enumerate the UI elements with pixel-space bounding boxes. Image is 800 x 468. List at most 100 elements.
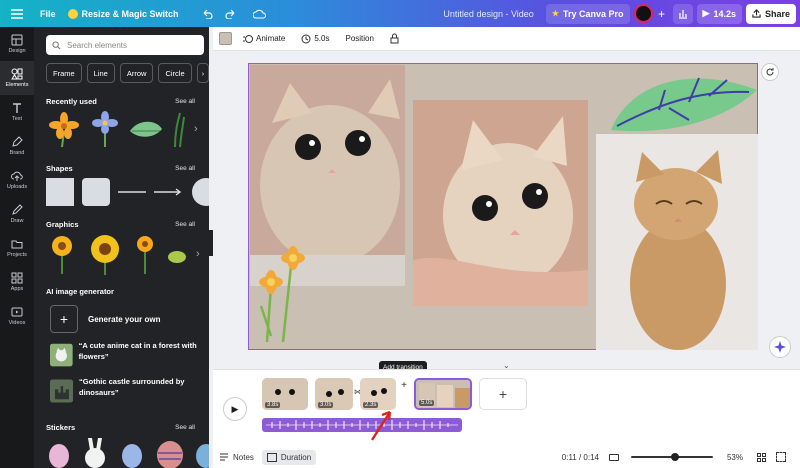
timeline-clip-3[interactable]: 2.3s [360,378,396,410]
chips-next-button[interactable]: › [196,63,209,83]
menu-icon[interactable] [0,8,34,19]
crown-icon [67,8,78,19]
blue-flower-sticker[interactable] [90,109,120,149]
add-collaborator-button[interactable]: + [653,7,671,21]
chip-line[interactable]: Line [86,63,115,83]
duration-toggle-label: Duration [280,452,312,462]
arrow-shape[interactable] [154,188,184,196]
graphics-next-icon[interactable]: › [196,248,200,260]
small-sunflower-graphic[interactable] [132,234,158,274]
avatar[interactable] [633,4,653,23]
line-shape[interactable] [118,189,146,195]
cloud-save-icon[interactable] [247,9,272,19]
orange-flower-sticker[interactable] [46,109,82,149]
add-page-button[interactable]: + [479,378,527,410]
position-button[interactable]: Position [340,31,378,46]
ai-prompt-label: “Gothic castle surrounded by dinosaurs” [79,377,185,397]
chip-arrow[interactable]: Arrow [119,63,154,83]
undo-button[interactable] [195,9,219,19]
egg-partial-sticker[interactable] [194,436,209,468]
sunflower-large-graphic[interactable] [86,233,124,275]
play-icon: ▶ [231,403,239,414]
timeline-clip-1[interactable]: 3.8s [262,378,308,410]
document-title[interactable]: Untitled design - Video [437,9,539,19]
design-page[interactable] [248,63,758,350]
search-icon [52,40,61,49]
blue-egg-sticker[interactable] [118,436,146,468]
square-shape[interactable] [46,178,74,206]
rounded-square-shape[interactable] [82,178,110,206]
rail-item-draw[interactable]: Draw [0,197,34,231]
search-input[interactable]: Search elements [46,35,204,55]
animate-button[interactable]: Animate [238,31,290,47]
generate-own-button[interactable]: + Generate your own [50,305,160,333]
bunny-sticker[interactable] [80,436,110,468]
timeline-clip-2[interactable]: 3.0s [315,378,353,410]
patterned-egg-sticker[interactable] [154,435,186,468]
ai-prompt-item[interactable]: “A cute anime cat in a forest with flowe… [50,341,200,369]
leaf-graphic[interactable] [166,239,188,269]
top-bar: File Resize & Magic Switch Untitled desi… [0,0,800,27]
layout-icon [11,34,23,46]
ai-prompt-item[interactable]: “Gothic castle surrounded by dinosaurs” [50,377,200,405]
duration-button[interactable]: 5.0s [296,31,334,47]
resize-magic-switch-button[interactable]: Resize & Magic Switch [62,8,185,19]
rail-item-projects[interactable]: Projects [0,231,34,265]
redo-button[interactable] [219,9,243,19]
resize-label: Resize & Magic Switch [81,8,179,19]
share-button[interactable]: Share [745,3,796,24]
chip-frame[interactable]: Frame [46,63,82,83]
see-all-graphics[interactable]: See all [175,221,195,228]
easter-egg-sticker[interactable] [46,436,72,468]
recent-next-icon[interactable]: › [194,123,198,135]
see-all-stickers[interactable]: See all [175,424,195,431]
see-all-shapes[interactable]: See all [175,165,195,172]
duration-label: 5.0s [314,34,330,43]
rail-item-design[interactable]: Design [0,27,34,61]
zoom-slider[interactable] [630,453,713,461]
timeline-clip-4-selected[interactable]: 5.0s [414,378,472,410]
grid-view-icon[interactable] [757,452,766,462]
timeline: ▶ 3.8s 3.0s ⋈ 2.3s + 5.0s + [213,369,800,446]
rail-item-brand[interactable]: Brand [0,129,34,163]
audio-waveform[interactable] [262,418,462,432]
try-canva-pro-button[interactable]: ★ Try Canva Pro [545,3,630,24]
file-menu[interactable]: File [34,9,62,19]
analytics-button[interactable] [672,3,693,24]
left-rail: Design Elements Text Brand Uploads Draw … [0,27,34,468]
zoom-slider-thumb[interactable] [670,453,679,461]
lock-button[interactable] [385,30,404,47]
add-transition-button[interactable]: + [399,380,409,410]
notes-icon [220,453,228,461]
see-all-recent[interactable]: See all [175,98,195,105]
chip-circle[interactable]: Circle [158,63,192,83]
stickers-row [46,435,209,468]
plus-icon: + [50,305,78,333]
zoom-level[interactable]: 53% [727,453,743,462]
recently-used-title: Recently used [46,97,97,106]
cat-photo-2[interactable] [413,100,588,306]
grass-sticker[interactable] [172,111,186,147]
leaf-decoration[interactable] [609,64,759,136]
notes-button[interactable]: Notes [219,452,254,462]
rail-item-text[interactable]: Text [0,95,34,129]
timeline-play-button[interactable]: ▶ [223,397,247,421]
timeline-icon [266,452,277,462]
rotate-page-button[interactable] [761,63,779,81]
fullscreen-preview-icon[interactable] [608,453,619,461]
color-swatch[interactable] [219,32,232,45]
play-preview-button[interactable]: ▶ 14.2s [696,3,742,24]
rail-item-elements[interactable]: Elements [0,61,34,95]
circle-shape[interactable] [192,178,209,206]
rail-item-uploads[interactable]: Uploads [0,163,34,197]
rail-item-videos[interactable]: Videos [0,299,34,333]
leaf-sticker[interactable] [128,117,164,141]
fullscreen-icon[interactable] [776,452,786,462]
magic-assistant-button[interactable] [769,336,791,358]
daffodil-decoration[interactable] [251,236,311,346]
playback-time: 0:11 / 0:14 [561,452,599,462]
sunflower-graphic[interactable] [46,234,78,274]
cat-photo-3[interactable] [596,134,758,350]
rail-item-apps[interactable]: Apps [0,265,34,299]
duration-toggle-button[interactable]: Duration [261,449,317,465]
